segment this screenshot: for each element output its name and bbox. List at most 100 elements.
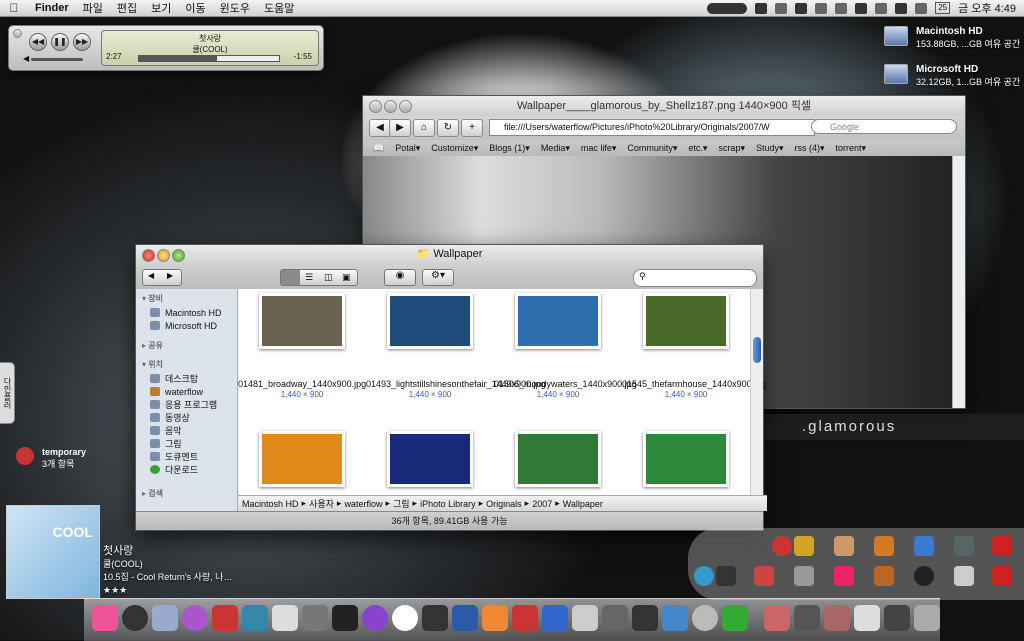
list-view-icon[interactable]: ☰: [305, 272, 313, 283]
sidebar-item-desktop[interactable]: 데스크탑: [136, 372, 237, 385]
fire-hydrant-dock-icon[interactable]: [212, 605, 238, 631]
chart-icon[interactable]: [914, 536, 934, 556]
menu-help[interactable]: 도움말: [257, 0, 301, 16]
record-icon[interactable]: [772, 536, 792, 556]
path-item[interactable]: 사용자: [309, 497, 334, 510]
file-item[interactable]: [494, 427, 622, 487]
sidebar-item-movies[interactable]: 동영상: [136, 411, 237, 424]
robot-dock-icon[interactable]: [422, 605, 448, 631]
menu-file[interactable]: 파일: [76, 0, 110, 16]
close-button[interactable]: [369, 100, 382, 113]
bluetooth-icon[interactable]: [815, 2, 828, 14]
shoe-dock-icon[interactable]: [512, 605, 538, 631]
close-button[interactable]: [142, 249, 155, 262]
headphones-dock-icon[interactable]: [272, 605, 298, 631]
spaces-icon[interactable]: [795, 2, 808, 14]
action-button[interactable]: ⚙▾: [422, 269, 454, 286]
menu-window[interactable]: 윈도우: [213, 0, 257, 16]
menu-finder[interactable]: Finder: [28, 2, 76, 14]
photo-icon[interactable]: [834, 536, 854, 556]
path-item[interactable]: iPhoto Library: [420, 499, 476, 509]
bookmark-item[interactable]: etc.▾: [688, 143, 707, 154]
preview-dock-icon[interactable]: [242, 605, 268, 631]
dashboard-dock-icon[interactable]: [122, 605, 148, 631]
temporary-stack[interactable]: temporary 3개 항목: [16, 447, 86, 470]
box-dock-icon[interactable]: [884, 605, 910, 631]
input-method-icon[interactable]: [895, 2, 908, 14]
finder-dock-icon[interactable]: [92, 605, 118, 631]
display-icon[interactable]: [755, 2, 768, 14]
bomb-icon[interactable]: [914, 566, 934, 586]
path-item[interactable]: 2007: [532, 499, 552, 509]
itunes-dock-icon[interactable]: [182, 605, 208, 631]
back-icon[interactable]: ◀: [369, 119, 391, 137]
sidebar-item-macintosh-hd[interactable]: Macintosh HD: [136, 306, 237, 319]
applications-stack-dock-icon[interactable]: [794, 605, 820, 631]
view-mode-buttons[interactable]: ☰ ◫ ▣: [280, 269, 358, 286]
back-icon[interactable]: ◀: [148, 271, 154, 280]
path-item[interactable]: Originals: [486, 499, 522, 509]
reload-icon[interactable]: ↻: [437, 119, 459, 137]
sidebar-item-documents[interactable]: 도큐멘트: [136, 450, 237, 463]
wifi-icon[interactable]: [835, 2, 848, 14]
phone-icon[interactable]: [716, 566, 736, 586]
battery-icon[interactable]: [875, 2, 888, 14]
file-item[interactable]: [238, 427, 366, 487]
sidebar-item-pictures[interactable]: 그림: [136, 437, 237, 450]
sidebar-header-devices[interactable]: ▾ 장비: [142, 293, 237, 304]
bookmark-item[interactable]: mac life▾: [581, 143, 617, 154]
back-forward-buttons[interactable]: ◀ ▶: [142, 269, 182, 286]
tv-icon[interactable]: [874, 536, 894, 556]
mail-dock-icon[interactable]: [152, 605, 178, 631]
quick-look-button[interactable]: ◉: [384, 269, 416, 286]
file-item[interactable]: 01481_broadway_1440x900.jpg 1,440 × 900: [238, 289, 366, 399]
bookmark-item[interactable]: Community▾: [627, 143, 677, 154]
desktop-disk-macintosh-hd[interactable]: Macintosh HD 153.88GB, ...GB 여유 공간: [884, 26, 1020, 50]
finder-title-bar[interactable]: 📁 Wallpaper: [136, 245, 763, 265]
path-item[interactable]: 그림: [393, 497, 410, 510]
menu-clock[interactable]: 금 오후 4:49: [958, 0, 1016, 16]
documents-stack-dock-icon[interactable]: [854, 605, 880, 631]
minimize-button[interactable]: [157, 249, 170, 262]
calendar-day-badge[interactable]: 25: [935, 2, 951, 14]
file-item[interactable]: [622, 427, 750, 487]
coffee-cup-dock-icon[interactable]: [392, 605, 418, 631]
google-search-field[interactable]: Google: [811, 119, 957, 134]
sidebar-header-places[interactable]: ▾ 위치: [142, 359, 237, 370]
progress-bar[interactable]: [138, 55, 280, 62]
close-button[interactable]: [13, 29, 22, 38]
menu-go[interactable]: 이동: [178, 0, 212, 16]
clapper-dock-icon[interactable]: [332, 605, 358, 631]
terminal-dock-icon[interactable]: [722, 605, 748, 631]
user-icon[interactable]: [775, 2, 788, 14]
sidebar-item-downloads[interactable]: 다운로드: [136, 463, 237, 476]
sidebar-item-home[interactable]: waterflow: [136, 385, 237, 398]
magnet-icon[interactable]: [992, 566, 1012, 586]
browser-scrollbar[interactable]: [952, 156, 965, 408]
ical-dock-icon[interactable]: [542, 605, 568, 631]
movie-stack-dock-icon[interactable]: [764, 605, 790, 631]
file-item[interactable]: 01506_moodywaters_1440x900.jpg 1,440 × 9…: [494, 289, 637, 399]
volume-icon[interactable]: [855, 2, 868, 14]
pen-icon[interactable]: [954, 536, 974, 556]
volume-slider[interactable]: [31, 58, 83, 61]
next-track-icon[interactable]: ▶▶: [73, 33, 91, 51]
minimize-button[interactable]: [384, 100, 397, 113]
television-icon[interactable]: [874, 566, 894, 586]
previous-track-icon[interactable]: ◀◀: [29, 33, 47, 51]
zoom-button[interactable]: [172, 249, 185, 262]
path-item[interactable]: Macintosh HD: [242, 499, 299, 509]
finder-scrollbar[interactable]: [750, 289, 763, 495]
icon-view-icon[interactable]: [281, 270, 300, 285]
new-tab-icon[interactable]: +: [461, 119, 483, 137]
sphere-dock-icon[interactable]: [692, 605, 718, 631]
file-item[interactable]: 01493_lightstillshinesonthefair_1440x900…: [366, 289, 546, 399]
bookmark-item[interactable]: Customize▾: [431, 143, 478, 154]
bookmark-item[interactable]: torrent▾: [836, 143, 867, 154]
menu-view[interactable]: 보기: [144, 0, 178, 16]
column-view-icon[interactable]: ◫: [324, 272, 333, 283]
hardware-dock-icon[interactable]: [602, 605, 628, 631]
itunes-control-icon[interactable]: [707, 2, 748, 14]
bookmark-item[interactable]: Blogs (1)▾: [489, 143, 530, 154]
time-machine-icon[interactable]: [915, 2, 928, 14]
